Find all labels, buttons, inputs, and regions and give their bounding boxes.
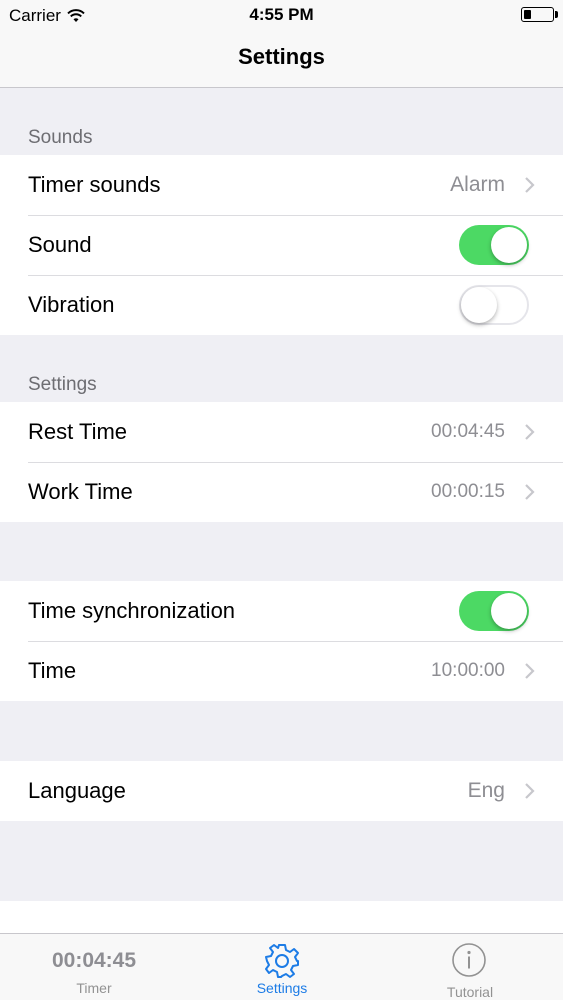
time-sync-toggle[interactable]	[459, 591, 529, 631]
page-title: Settings	[238, 44, 325, 69]
chevron-right-icon	[525, 424, 535, 440]
time-label: Time	[28, 658, 77, 683]
work-time-value: 00:00:15	[431, 481, 505, 502]
work-time-label: Work Time	[28, 479, 133, 504]
work-time-row[interactable]: Work Time 00:00:15	[0, 462, 563, 522]
chevron-right-icon	[525, 177, 535, 193]
tab-timer-label: Timer	[76, 980, 112, 996]
gear-icon	[265, 944, 299, 978]
vibration-row: Vibration	[0, 275, 563, 335]
section-header-sounds: Sounds	[28, 127, 93, 148]
rest-time-row[interactable]: Rest Time 00:04:45	[0, 402, 563, 462]
timer-sounds-value: Alarm	[450, 173, 505, 196]
vibration-label: Vibration	[28, 292, 115, 317]
time-sync-row: Time synchronization	[0, 581, 563, 641]
list-footer	[0, 901, 563, 933]
chevron-right-icon	[525, 663, 535, 679]
rest-time-value: 00:04:45	[431, 421, 505, 442]
timer-sounds-row[interactable]: Timer sounds Alarm	[0, 155, 563, 215]
language-label: Language	[28, 778, 126, 803]
section-header-settings: Settings	[28, 374, 97, 395]
language-group: Language Eng	[0, 761, 563, 821]
timer-sounds-label: Timer sounds	[28, 172, 161, 197]
sync-group: Time synchronization Time 10:00:00	[0, 581, 563, 701]
tab-timer-value: 00:04:45	[51, 949, 137, 972]
tab-settings-label: Settings	[256, 980, 308, 996]
rest-time-label: Rest Time	[28, 419, 128, 444]
navigation-bar: Carrier 4:55 PM Settings	[0, 0, 563, 88]
tab-tutorial[interactable]: Tutorial	[376, 934, 563, 1000]
language-row[interactable]: Language Eng	[0, 761, 563, 821]
settings-group: Rest Time 00:04:45 Work Time 00:00:15	[0, 402, 563, 522]
time-value: 10:00:00	[431, 660, 505, 681]
chevron-right-icon	[525, 783, 535, 799]
sound-label: Sound	[28, 232, 92, 257]
sound-toggle[interactable]	[459, 225, 529, 265]
tab-tutorial-label: Tutorial	[446, 984, 494, 1000]
status-bar: Carrier 4:55 PM	[0, 0, 563, 30]
status-time: 4:55 PM	[249, 5, 314, 24]
chevron-right-icon	[525, 484, 535, 500]
tab-settings[interactable]: Settings	[188, 934, 376, 1000]
tab-timer[interactable]: 00:04:45 Timer	[0, 934, 188, 1000]
tab-bar: 00:04:45 Timer Settings Tutorial	[0, 933, 563, 1000]
sound-row: Sound	[0, 215, 563, 275]
time-row[interactable]: Time 10:00:00	[0, 641, 563, 701]
battery-icon	[521, 7, 558, 22]
vibration-toggle[interactable]	[459, 285, 529, 325]
time-sync-label: Time synchronization	[28, 598, 236, 623]
sounds-group: Timer sounds Alarm Sound Vibration	[0, 155, 563, 335]
language-value: Eng	[467, 779, 505, 802]
info-icon	[452, 943, 486, 977]
